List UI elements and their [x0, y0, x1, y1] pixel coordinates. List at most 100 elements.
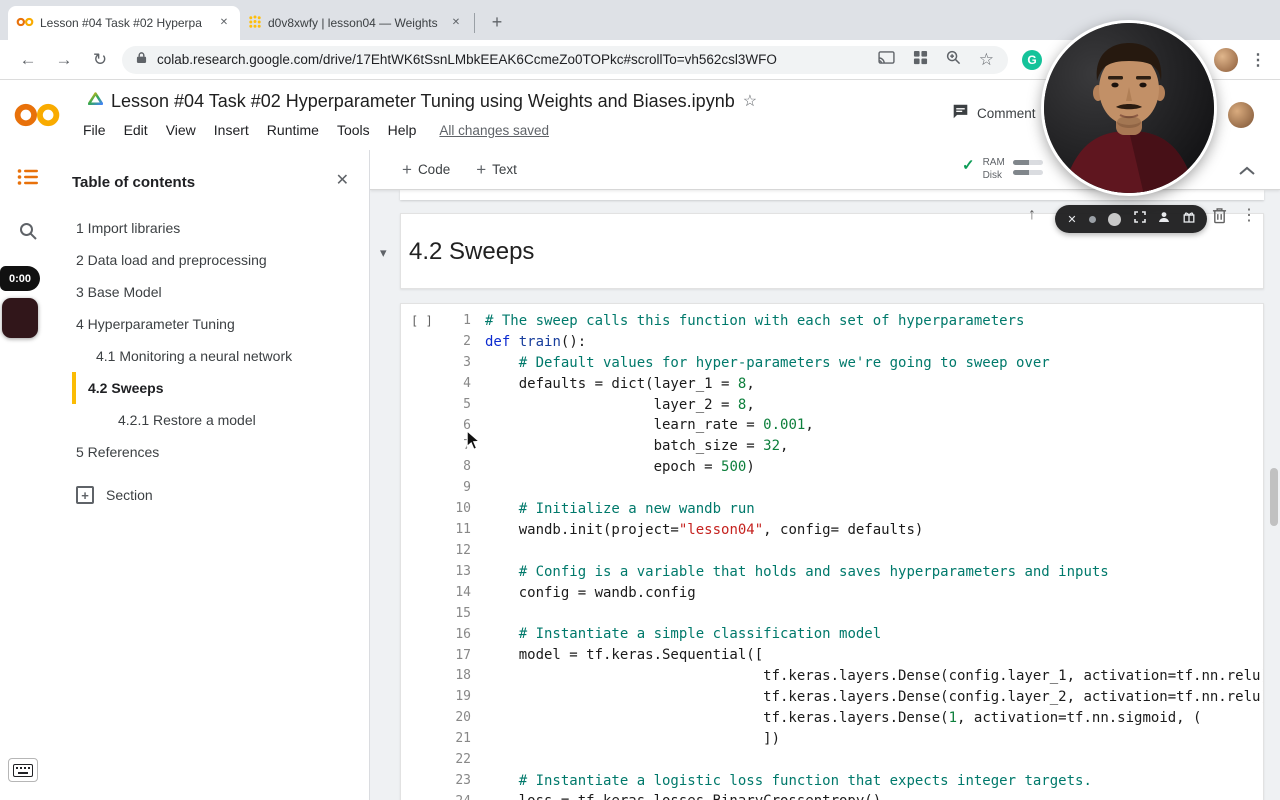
add-text-button[interactable]: + Text: [476, 160, 517, 180]
code-line: # Default values for hyper-parameters we…: [485, 353, 1253, 374]
menu-view[interactable]: View: [157, 122, 205, 138]
recording-timer-badge[interactable]: 0:00: [0, 266, 40, 291]
all-changes-saved-link[interactable]: All changes saved: [439, 123, 549, 138]
search-icon[interactable]: [18, 221, 38, 246]
menu-file[interactable]: File: [74, 122, 115, 138]
toc-item-restore-model[interactable]: 4.2.1 Restore a model: [72, 404, 353, 436]
disk-label: Disk: [983, 169, 1005, 182]
code-line: [485, 478, 1253, 499]
code-editor[interactable]: 123456789101112131415161718192021222324 …: [445, 304, 1263, 800]
colab-logo-icon[interactable]: [0, 80, 74, 150]
add-section-button[interactable]: + Section: [72, 478, 353, 512]
back-icon[interactable]: ←: [16, 50, 40, 70]
code-cell[interactable]: [ ] 123456789101112131415161718192021222…: [400, 303, 1264, 800]
grammarly-extension-icon[interactable]: G: [1022, 50, 1042, 70]
drive-icon: [88, 92, 103, 110]
code-line: def train():: [485, 332, 1253, 353]
browser-tab-wandb[interactable]: d0v8xwfy | lesson04 — Weights ✕: [240, 6, 472, 40]
bookmark-star-icon[interactable]: ☆: [979, 51, 994, 68]
menu-help[interactable]: Help: [379, 122, 426, 138]
cast-icon[interactable]: [878, 51, 895, 69]
tab-title: Lesson #04 Task #02 Hyperpa: [40, 16, 210, 30]
resources-indicator[interactable]: ✓ RAM Disk: [962, 156, 1043, 182]
scrollbar-thumb[interactable]: [1270, 468, 1278, 526]
webcam-bubble[interactable]: [1041, 20, 1217, 196]
mouse-cursor: [466, 430, 481, 456]
line-number: 10: [445, 499, 471, 520]
code-line: model = tf.keras.Sequential([: [485, 645, 1253, 666]
add-code-button[interactable]: + Code: [402, 160, 450, 180]
line-number: 8: [445, 457, 471, 478]
recorder-camera-person-icon[interactable]: [1158, 210, 1170, 228]
tab-close-icon[interactable]: ✕: [448, 15, 464, 31]
add-text-label: Text: [492, 162, 517, 177]
toc-title: Table of contents: [72, 174, 353, 191]
toc-close-icon[interactable]: ✕: [336, 170, 349, 190]
zoom-icon[interactable]: [946, 50, 961, 70]
toc-item-base-model[interactable]: 3 Base Model: [72, 276, 353, 308]
code-line: layer_2 = 8,: [485, 395, 1253, 416]
toc-item-hyperparameter-tuning[interactable]: 4 Hyperparameter Tuning: [72, 308, 353, 340]
menu-runtime[interactable]: Runtime: [258, 122, 328, 138]
delete-cell-icon[interactable]: [1212, 207, 1227, 224]
disk-usage-bar: [1013, 170, 1043, 175]
menu-tools[interactable]: Tools: [328, 122, 379, 138]
toc-panel: Table of contents ✕ 1 Import libraries 2…: [56, 150, 370, 800]
colab-profile-avatar[interactable]: [1228, 102, 1254, 128]
toc-item-sweeps[interactable]: 4.2 Sweeps: [72, 372, 353, 404]
address-bar[interactable]: colab.research.google.com/drive/17EhtWK6…: [122, 46, 1008, 74]
tab-close-icon[interactable]: ✕: [216, 15, 232, 31]
plus-icon: +: [476, 160, 486, 180]
line-number: 13: [445, 562, 471, 583]
line-numbers: 123456789101112131415161718192021222324: [445, 311, 471, 800]
keyboard-shortcut-button[interactable]: [8, 758, 38, 782]
code-line: wandb.init(project="lesson04", config= d…: [485, 520, 1253, 541]
url-text[interactable]: colab.research.google.com/drive/17EhtWK6…: [157, 52, 866, 67]
grid-icon[interactable]: [913, 50, 928, 70]
toc-item-import-libraries[interactable]: 1 Import libraries: [72, 212, 353, 244]
star-notebook-icon[interactable]: ☆: [743, 91, 757, 111]
left-icon-rail: [0, 150, 56, 800]
toc-item-references[interactable]: 5 References: [72, 436, 353, 468]
code-lines[interactable]: # The sweep calls this function with eac…: [485, 311, 1263, 800]
recorder-dot-icon[interactable]: [1089, 216, 1096, 223]
toc-item-monitoring[interactable]: 4.1 Monitoring a neural network: [72, 340, 353, 372]
table-of-contents-icon[interactable]: [17, 168, 39, 191]
tab-title: d0v8xwfy | lesson04 — Weights: [268, 16, 442, 30]
cell-options-kebab-icon[interactable]: ⋮: [1241, 205, 1257, 225]
plus-icon: +: [402, 160, 412, 180]
code-line: # Initialize a new wandb run: [485, 499, 1253, 520]
line-number: 5: [445, 395, 471, 416]
menu-insert[interactable]: Insert: [205, 122, 258, 138]
recorder-widget[interactable]: [2, 298, 38, 338]
comment-label: Comment: [977, 106, 1036, 121]
menu-edit[interactable]: Edit: [115, 122, 157, 138]
new-tab-button[interactable]: +: [483, 8, 511, 36]
line-number: 24: [445, 792, 471, 800]
reload-icon[interactable]: ↻: [88, 50, 112, 70]
comment-icon: [952, 103, 969, 123]
comment-button[interactable]: Comment: [952, 102, 1036, 124]
notebook-title[interactable]: Lesson #04 Task #02 Hyperparameter Tunin…: [111, 91, 735, 112]
notebook-content: ▾ 4.2 Sweeps ↑ ⋮ [ ] 1234567891011121314…: [370, 190, 1280, 800]
move-cell-up-icon[interactable]: ↑: [1028, 206, 1036, 224]
recorder-fullscreen-icon[interactable]: [1134, 210, 1146, 228]
run-cell-button[interactable]: [ ]: [411, 314, 433, 328]
line-number: 21: [445, 729, 471, 750]
recorder-gift-icon[interactable]: [1183, 210, 1195, 228]
code-line: epoch = 500): [485, 457, 1253, 478]
collapse-sections-icon[interactable]: [1238, 163, 1256, 181]
code-line: ]): [485, 729, 1253, 750]
line-number: 2: [445, 332, 471, 353]
browser-menu-icon[interactable]: ⋮: [1250, 50, 1266, 70]
toc-item-data-load[interactable]: 2 Data load and preprocessing: [72, 244, 353, 276]
recorder-record-icon[interactable]: [1108, 213, 1121, 226]
recorder-close-icon[interactable]: ✕: [1067, 213, 1076, 226]
browser-tab-colab[interactable]: Lesson #04 Task #02 Hyperpa ✕: [8, 6, 240, 40]
collapse-caret-icon[interactable]: ▾: [380, 245, 387, 261]
line-number: 1: [445, 311, 471, 332]
browser-profile-avatar[interactable]: [1214, 48, 1238, 72]
line-number: 17: [445, 646, 471, 667]
code-line: [485, 750, 1253, 771]
forward-icon[interactable]: →: [52, 50, 76, 70]
